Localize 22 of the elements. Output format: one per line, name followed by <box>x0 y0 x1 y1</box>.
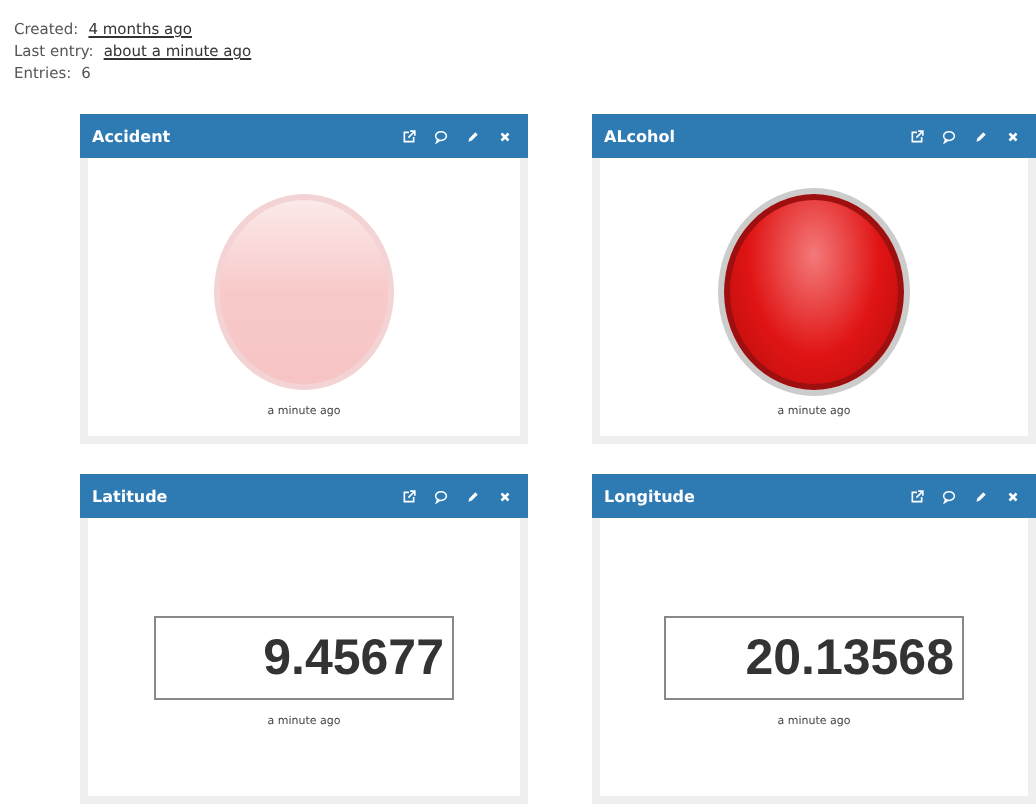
pencil-icon[interactable] <box>466 129 480 143</box>
pencil-icon[interactable] <box>974 489 988 503</box>
pencil-icon[interactable] <box>466 489 480 503</box>
value-display: 9.45677 <box>154 615 454 699</box>
widget-title: Accident <box>92 127 171 145</box>
close-icon[interactable] <box>1006 489 1020 503</box>
widget-title: Longitude <box>604 487 695 505</box>
value-display: 20.13568 <box>664 615 964 699</box>
widget-title: ALcohol <box>604 127 675 145</box>
comment-icon[interactable] <box>942 129 956 143</box>
comment-icon[interactable] <box>434 489 448 503</box>
external-link-icon[interactable] <box>402 489 416 503</box>
pencil-icon[interactable] <box>974 129 988 143</box>
close-icon[interactable] <box>498 129 512 143</box>
comment-icon[interactable] <box>434 129 448 143</box>
close-icon[interactable] <box>1006 129 1020 143</box>
close-icon[interactable] <box>498 489 512 503</box>
comment-icon[interactable] <box>942 489 956 503</box>
widget-title: Latitude <box>92 487 168 505</box>
external-link-icon[interactable] <box>910 129 924 143</box>
external-link-icon[interactable] <box>910 489 924 503</box>
external-link-icon[interactable] <box>402 129 416 143</box>
